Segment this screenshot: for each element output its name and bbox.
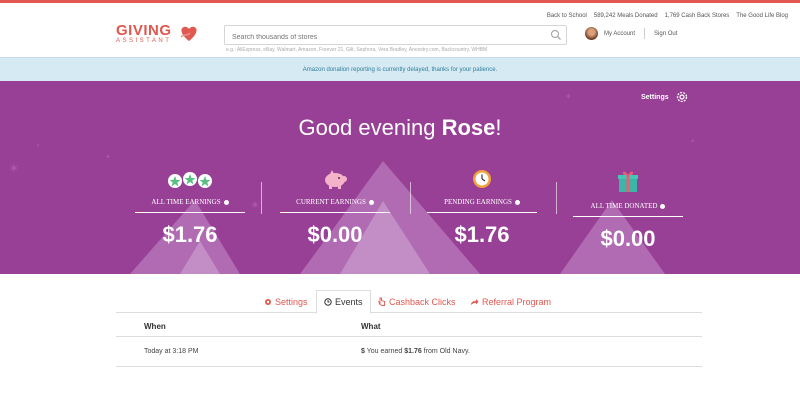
account-tabs: Settings Events Cashback Clicks Referral… (116, 290, 702, 314)
stat-label: All Time Earnings (151, 198, 229, 206)
stat-underline (427, 212, 537, 213)
back-to-school-link[interactable]: Back to School (547, 13, 587, 19)
search-input[interactable] (225, 28, 535, 47)
tab-events[interactable]: Events (316, 290, 371, 314)
account-menu: My Account Sign Out (585, 27, 677, 40)
search-examples: e.g.: AliExpress, eBay, Walmart, Amazon,… (226, 47, 488, 53)
stat-divider (556, 182, 557, 214)
cash-back-stores-link[interactable]: 1,769 Cash Back Stores (665, 13, 730, 19)
gear-icon (676, 91, 687, 103)
stat-current-earnings: Current Earnings $0.00 (280, 169, 390, 248)
pointer-icon (378, 297, 385, 306)
table-header: When What (116, 316, 702, 337)
user-name: Rose (441, 115, 496, 140)
avatar[interactable] (585, 27, 598, 40)
gift-icon (618, 171, 638, 192)
blog-link[interactable]: The Good Life Blog (736, 13, 788, 19)
piggy-bank-icon (325, 170, 347, 189)
stat-underline (573, 216, 683, 217)
stat-divider (261, 182, 262, 214)
greeting-heading: Good evening Rose! (0, 115, 800, 141)
share-arrow-icon (471, 298, 479, 305)
table-row: Today at 3:18 PM $ You earned $1.76 from… (116, 337, 702, 367)
svg-text:✶: ✶ (8, 160, 20, 176)
hero-settings-link[interactable]: Settings (641, 90, 689, 104)
stat-label-text: Current Earnings (296, 198, 366, 206)
gear-icon (265, 298, 271, 305)
stat-label: All Time Donated (591, 202, 666, 210)
stat-value: $1.76 (162, 222, 218, 247)
info-icon[interactable] (514, 199, 520, 205)
clock-icon (324, 298, 332, 306)
tab-label: Cashback Clicks (389, 296, 456, 307)
tab-label: Settings (275, 296, 308, 307)
hero-settings-label: Settings (641, 93, 669, 101)
info-icon[interactable] (368, 199, 374, 205)
event-when: Today at 3:18 PM (144, 348, 199, 355)
info-icon[interactable] (660, 203, 666, 209)
logo-title: GIVING (116, 22, 172, 39)
stat-all-time-donated: All Time Donated $0.00 (573, 169, 683, 252)
tab-cashback-clicks[interactable]: Cashback Clicks (378, 290, 456, 313)
stat-divider (410, 182, 411, 214)
sign-out-link[interactable]: Sign Out (654, 31, 677, 37)
svg-text:✦: ✦ (36, 143, 40, 149)
stat-value: $0.00 (307, 222, 363, 247)
stat-label-text: All Time Earnings (151, 198, 221, 206)
stat-underline (280, 212, 390, 213)
giving-assistant-logo[interactable]: GIVING ASSISTANT (116, 22, 197, 44)
event-prefix: You earned (366, 348, 403, 355)
currency-icon: $ (361, 348, 365, 355)
tab-label: Events (335, 297, 363, 307)
event-amount: $1.76 (404, 348, 422, 355)
tab-settings[interactable]: Settings (264, 290, 308, 313)
stat-label-text: Pending Earnings (444, 198, 512, 206)
search-icon[interactable] (550, 29, 562, 41)
event-what: $ You earned $1.76 from Old Navy. (361, 348, 470, 355)
event-suffix: from Old Navy. (423, 348, 470, 355)
greeting-text: Good evening (298, 115, 436, 140)
column-when: When (144, 322, 166, 331)
clock-icon (473, 170, 491, 188)
events-table: When What Today at 3:18 PM $ You earned … (116, 316, 702, 367)
heart-icon (180, 26, 197, 41)
notice-banner: Amazon donation reporting is currently d… (0, 57, 800, 81)
svg-text:✦: ✦ (105, 153, 111, 161)
stat-value: $0.00 (600, 226, 656, 251)
stat-underline (135, 212, 245, 213)
svg-text:✦: ✦ (565, 92, 572, 101)
info-icon[interactable] (223, 199, 229, 205)
store-search-box (224, 25, 567, 47)
top-links: Back to School 589,242 Meals Donated 1,7… (547, 13, 788, 19)
greeting-punct: ! (495, 115, 502, 140)
column-what: What (361, 322, 381, 331)
tab-label: Referral Program (482, 296, 552, 307)
stat-value: $1.76 (454, 222, 510, 247)
tab-referral-program[interactable]: Referral Program (470, 290, 551, 313)
top-header: GIVING ASSISTANT e.g.: AliExpress, eBay,… (0, 0, 800, 57)
stat-pending-earnings: Pending Earnings $1.76 (427, 169, 537, 248)
stat-label-text: All Time Donated (590, 202, 658, 210)
stars-icon (168, 172, 212, 188)
logo-subtitle: ASSISTANT (116, 38, 172, 44)
earnings-hero: ✶ ✶ ✦ ✦ ✦ ✦ Settings Good evening Rose! … (0, 81, 800, 274)
stat-label: Pending Earnings (444, 198, 520, 206)
my-account-link[interactable]: My Account (604, 31, 635, 37)
divider (644, 28, 646, 39)
stat-all-time-earnings: All Time Earnings $1.76 (135, 171, 245, 248)
svg-text:✶: ✶ (250, 198, 260, 212)
meals-donated-link[interactable]: 589,242 Meals Donated (594, 13, 658, 19)
stat-label: Current Earnings (296, 198, 374, 206)
